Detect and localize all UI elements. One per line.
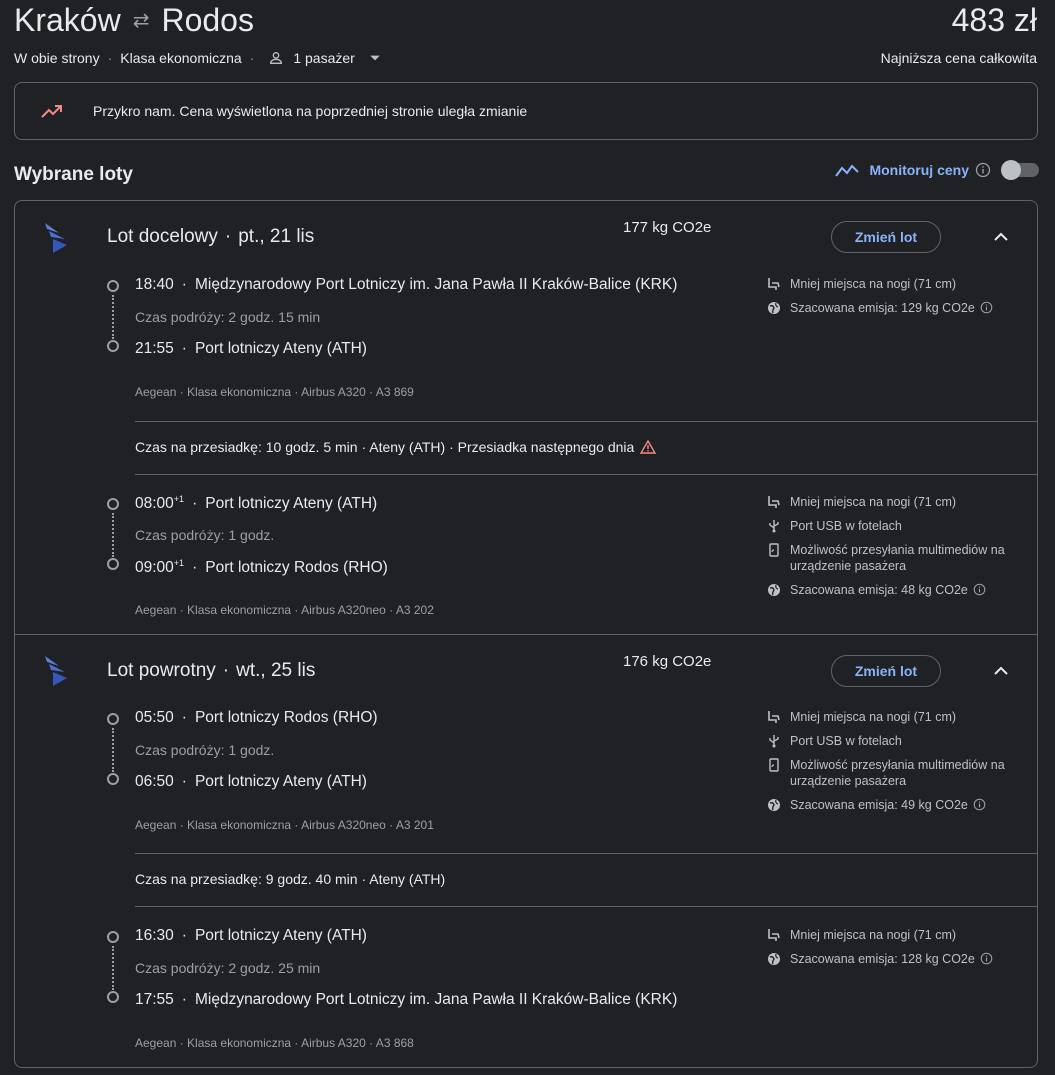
- seat-icon: [768, 278, 780, 290]
- price-change-alert: Przykro nam. Cena wyświetlona na poprzed…: [14, 82, 1038, 140]
- passenger-selector[interactable]: 1 pasażer: [293, 50, 354, 66]
- monitor-prices-label[interactable]: Monitoruj ceny: [869, 162, 969, 178]
- globe-icon: [768, 953, 780, 965]
- departure-marker: [107, 280, 119, 292]
- flight-duration: Czas podróży: 2 godz. 25 min: [135, 960, 321, 976]
- usb-icon: [769, 735, 779, 748]
- flight-duration: Czas podróży: 2 godz. 15 min: [135, 309, 321, 325]
- return-co2: 176 kg CO2e: [623, 653, 712, 670]
- seat-icon: [768, 711, 780, 723]
- stream-device-icon: [769, 758, 779, 772]
- person-icon: [270, 52, 283, 64]
- stream-device-icon: [769, 543, 779, 557]
- arrival-marker: [107, 558, 119, 570]
- total-price: 483 zł: [951, 2, 1037, 38]
- aegean-logo: [45, 223, 67, 253]
- globe-icon: [768, 584, 780, 596]
- outbound-co2: 177 kg CO2e: [623, 219, 712, 236]
- emission-item: Szacowana emisja: 129 kg CO2e: [767, 300, 1027, 316]
- flight-meta: Aegean · Klasa ekonomiczna · Airbus A320…: [135, 603, 434, 617]
- chevron-up-icon[interactable]: [991, 227, 1011, 247]
- usb-icon: [769, 520, 779, 533]
- chevron-up-icon[interactable]: [991, 661, 1011, 681]
- streaming-item: Możliwość przesyłania multimediów na urz…: [767, 757, 1027, 789]
- arrival-marker: [107, 991, 119, 1003]
- swap-icon: ⇄: [132, 10, 150, 32]
- arrival-line: 21:55 · Port lotniczy Ateny (ATH): [135, 340, 367, 357]
- flight-meta: Aegean · Klasa ekonomiczna · Airbus A320…: [135, 1036, 414, 1050]
- trip-type[interactable]: W obie strony: [14, 50, 100, 66]
- price-monitor: Monitoruj ceny: [835, 160, 1039, 180]
- warning-icon: [640, 440, 657, 454]
- change-outbound-button[interactable]: Zmień lot: [831, 221, 941, 253]
- info-icon[interactable]: [980, 301, 993, 314]
- arrival-marker: [107, 340, 119, 352]
- info-icon[interactable]: [975, 162, 991, 178]
- globe-icon: [768, 302, 780, 314]
- departure-marker: [107, 498, 119, 510]
- flight-duration: Czas podróży: 1 godz.: [135, 527, 275, 543]
- arrival-line: 17:55 · Międzynarodowy Port Lotniczy im. J…: [135, 991, 678, 1008]
- departure-line: 08:00+1 · Port lotniczy Ateny (ATH): [135, 494, 378, 513]
- emission-item: Szacowana emisja: 49 kg CO2e: [767, 797, 1027, 813]
- layover-info: Czas na przesiadkę: 10 godz. 5 min · Ate…: [135, 439, 657, 455]
- flight-meta: Aegean · Klasa ekonomiczna · Airbus A320…: [135, 818, 434, 832]
- alert-text: Przykro nam. Cena wyświetlona na poprzed…: [93, 103, 528, 119]
- flight-duration: Czas podróży: 1 godz.: [135, 742, 275, 758]
- streaming-item: Możliwość przesyłania multimediów na urz…: [767, 542, 1027, 574]
- amenities-list: Mniej miejsca na nogi (71 cm) Szacowana …: [767, 927, 1027, 967]
- legroom-item: Mniej miejsca na nogi (71 cm): [767, 494, 1027, 510]
- emission-item: Szacowana emisja: 128 kg CO2e: [767, 951, 1027, 967]
- departure-marker: [107, 931, 119, 943]
- flights-card: Lot docelowy · pt., 21 lis 177 kg CO2e Zmi…: [14, 200, 1038, 1068]
- seat-icon: [768, 929, 780, 941]
- return-title: Lot powrotny · wt., 25 lis: [107, 660, 316, 681]
- legroom-item: Mniej miejsca na nogi (71 cm): [767, 709, 1027, 725]
- emission-item: Szacowana emisja: 48 kg CO2e: [767, 582, 1027, 598]
- seat-icon: [768, 496, 780, 508]
- info-icon[interactable]: [973, 583, 986, 596]
- origin-city: Kraków: [14, 2, 121, 38]
- trend-up-icon: [41, 105, 62, 118]
- departure-marker: [107, 713, 119, 725]
- outbound-title: Lot docelowy · pt., 21 lis: [107, 226, 315, 247]
- destination-city: Rodos: [161, 2, 254, 38]
- usb-item: Port USB w fotelach: [767, 518, 1027, 534]
- departure-line: 18:40 · Międzynarodowy Port Lotniczy im. J…: [135, 276, 678, 293]
- info-icon[interactable]: [980, 952, 993, 965]
- aegean-logo: [45, 656, 67, 686]
- info-icon[interactable]: [973, 798, 986, 811]
- legroom-item: Mniej miejsca na nogi (71 cm): [767, 276, 1027, 292]
- section-title: Wybrane loty: [14, 164, 133, 185]
- amenities-list: Mniej miejsca na nogi (71 cm) Port USB w…: [767, 494, 1027, 598]
- departure-line: 16:30 · Port lotniczy Ateny (ATH): [135, 927, 367, 944]
- amenities-list: Mniej miejsca na nogi (71 cm) Szacowana …: [767, 276, 1027, 316]
- departure-line: 05:50 · Port lotniczy Rodos (RHO): [135, 709, 378, 726]
- arrival-line: 06:50 · Port lotniczy Ateny (ATH): [135, 773, 367, 790]
- route-title: Kraków ⇄ Rodos: [14, 2, 254, 39]
- trip-options: W obie strony · Klasa ekonomiczna · 1 pa…: [14, 50, 381, 66]
- legroom-item: Mniej miejsca na nogi (71 cm): [767, 927, 1027, 943]
- price-label: Najniższa cena całkowita: [880, 50, 1037, 66]
- dropdown-icon[interactable]: [369, 52, 381, 64]
- globe-icon: [768, 799, 780, 811]
- usb-item: Port USB w fotelach: [767, 733, 1027, 749]
- chart-line-icon: [835, 164, 860, 177]
- monitor-toggle[interactable]: [1001, 160, 1039, 180]
- amenities-list: Mniej miejsca na nogi (71 cm) Port USB w…: [767, 709, 1027, 813]
- arrival-line: 09:00+1 · Port lotniczy Rodos (RHO): [135, 558, 388, 577]
- change-return-button[interactable]: Zmień lot: [831, 655, 941, 687]
- cabin-class[interactable]: Klasa ekonomiczna: [120, 50, 241, 66]
- layover-info: Czas na przesiadkę: 9 godz. 40 min · Ate…: [135, 871, 446, 887]
- flight-meta: Aegean · Klasa ekonomiczna · Airbus A320…: [135, 385, 414, 399]
- arrival-marker: [107, 773, 119, 785]
